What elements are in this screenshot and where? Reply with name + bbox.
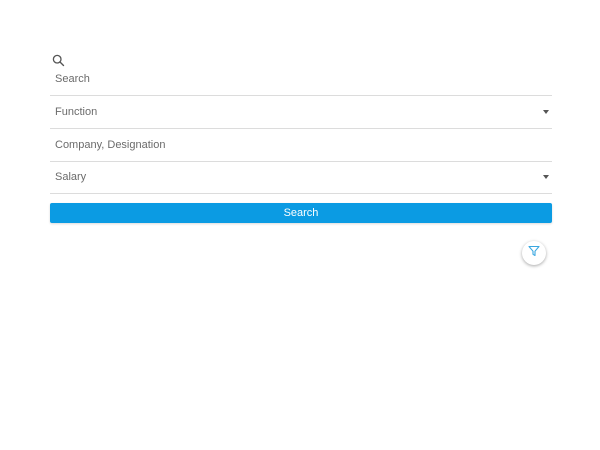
function-select[interactable]: Function (50, 97, 552, 129)
filter-icon (528, 244, 540, 262)
salary-select[interactable]: Salary (50, 162, 552, 194)
chevron-down-icon (543, 110, 549, 114)
filter-button[interactable] (522, 241, 546, 265)
company-designation-field (50, 130, 552, 162)
salary-select-label: Salary (55, 171, 87, 183)
search-input[interactable] (55, 64, 535, 95)
function-select-label: Function (55, 106, 98, 118)
search-field (50, 64, 552, 96)
company-designation-input[interactable] (55, 130, 535, 161)
page: Function Salary Search (0, 0, 600, 450)
chevron-down-icon (543, 175, 549, 179)
search-button[interactable]: Search (50, 203, 552, 223)
